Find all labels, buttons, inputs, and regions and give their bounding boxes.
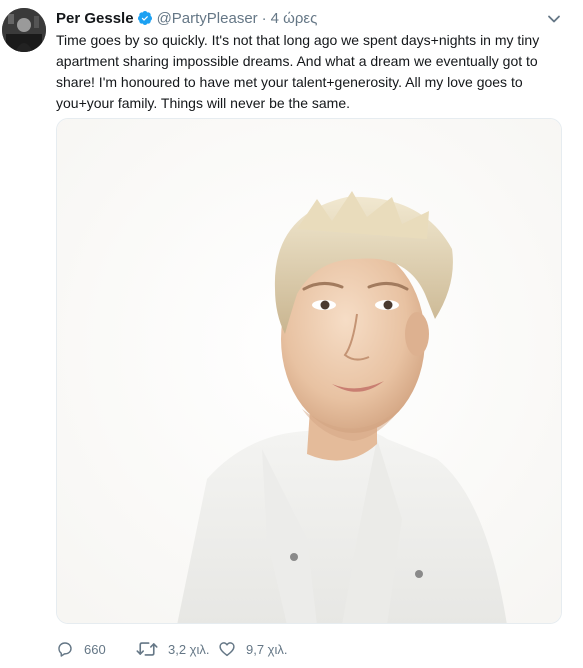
heart-icon <box>219 642 235 657</box>
retweet-count: 3,2 χιλ. <box>168 641 210 657</box>
avatar[interactable] <box>2 8 46 52</box>
retweet-button[interactable]: 3,2 χιλ. <box>136 640 218 658</box>
avatar-portrait-icon <box>2 8 46 52</box>
reply-icon <box>58 642 72 657</box>
user-handle[interactable]: @PartyPleaser <box>157 10 258 27</box>
retweet-icon <box>136 642 158 656</box>
tweet-actions: 660 3,2 χιλ. 9,7 χιλ. <box>56 638 308 660</box>
verified-badge-icon <box>137 11 152 25</box>
tweet-header: Per Gessle @PartyPleaser · 4 ώρες <box>56 8 317 28</box>
display-name[interactable]: Per Gessle <box>56 10 134 27</box>
tweet-photo[interactable] <box>56 118 562 624</box>
tweet-timestamp[interactable]: 4 ώρες <box>271 10 318 27</box>
like-button[interactable]: 9,7 χιλ. <box>218 640 308 658</box>
reply-button[interactable]: 660 <box>56 640 136 658</box>
tweet-text: Time goes by so quickly. It's not that l… <box>56 32 540 111</box>
portrait-photo-image <box>57 119 561 623</box>
like-count: 9,7 χιλ. <box>246 641 288 657</box>
reply-count: 660 <box>84 641 106 657</box>
tweet-card[interactable]: Per Gessle @PartyPleaser · 4 ώρες Time g… <box>0 0 583 668</box>
chevron-down-icon[interactable] <box>547 12 561 26</box>
separator-dot: · <box>261 9 267 27</box>
